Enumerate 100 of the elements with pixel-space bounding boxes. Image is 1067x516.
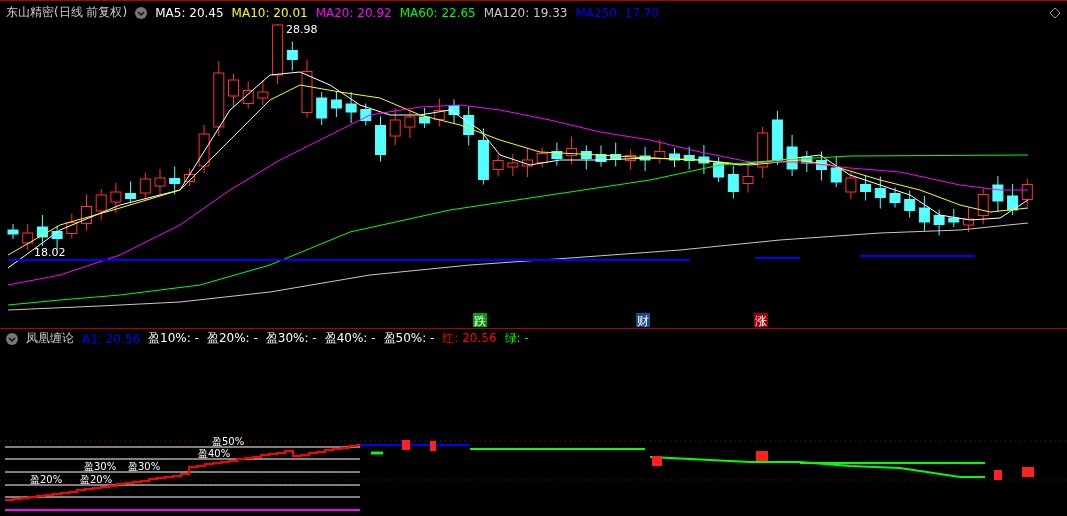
ma-value: MA10: 20.01	[231, 5, 308, 20]
indicator-value: 盈20%: -	[206, 330, 258, 347]
candlestick	[860, 175, 872, 201]
candlestick	[183, 168, 195, 187]
ma-value: MA60: 22.65	[399, 5, 476, 20]
candlestick	[463, 106, 475, 146]
candlestick	[228, 73, 239, 108]
candlestick	[419, 107, 431, 129]
candlestick	[404, 110, 416, 139]
candlestick	[125, 181, 137, 204]
candlestick	[1007, 183, 1019, 216]
price-label: 28.98	[286, 24, 318, 36]
candlestick	[22, 223, 34, 251]
candlestick	[610, 142, 622, 167]
candlestick	[580, 145, 592, 170]
candlestick	[624, 149, 636, 170]
candlestick	[1021, 178, 1033, 207]
signal-bar	[994, 470, 1002, 480]
signal-bar	[756, 451, 768, 461]
candlestick	[757, 126, 769, 179]
candlestick	[639, 146, 651, 172]
candlestick	[727, 165, 739, 199]
candlestick	[683, 146, 695, 170]
indicator-value: 盈50%: -	[383, 330, 435, 347]
level-label: 盈30%	[128, 461, 161, 472]
chart-title: 东山精密(日线 前复权)	[6, 4, 128, 21]
ma-value: MA250: 17.70	[575, 5, 660, 20]
candlestick	[110, 182, 122, 214]
candlestick	[933, 209, 945, 236]
candlestick	[272, 24, 284, 85]
ma-value: MA120: 19.33	[483, 5, 568, 20]
candlestick	[713, 156, 725, 183]
signal-bar	[652, 456, 662, 466]
candlestick	[595, 145, 607, 167]
candlestick	[654, 139, 666, 164]
candlestick	[36, 214, 48, 247]
price-label: 18.02	[34, 246, 66, 259]
candlestick	[830, 155, 842, 188]
signal-bar	[371, 451, 383, 455]
candlestick	[522, 147, 533, 178]
candlestick	[51, 225, 63, 250]
indicator-title: 凤凰缠论	[26, 330, 74, 347]
candlestick	[698, 144, 710, 175]
dropdown-icon[interactable]	[6, 332, 18, 345]
candlestick	[7, 223, 19, 240]
candlestick	[948, 208, 960, 228]
candlestick	[433, 98, 445, 127]
candlestick	[551, 142, 563, 166]
candlestick	[492, 154, 504, 177]
indicator-value: 盈40%: -	[324, 330, 376, 347]
candlestick	[845, 171, 857, 200]
candlestick	[360, 103, 372, 126]
candlestick	[139, 172, 151, 201]
candlestick	[801, 150, 813, 173]
candlestick	[918, 195, 930, 232]
candlestick	[316, 91, 328, 126]
candlestick	[477, 128, 489, 185]
ma-value: MA5: 20.45	[155, 5, 224, 20]
candlestick	[198, 124, 210, 174]
candlestick	[154, 168, 166, 196]
candlestick	[786, 134, 798, 177]
candlestick	[507, 153, 519, 177]
level-label: 盈30%	[84, 461, 117, 472]
candlestick	[345, 91, 357, 124]
candlestick	[669, 147, 680, 168]
indicator-value: A1: 20.56	[82, 331, 141, 346]
candlestick	[66, 213, 78, 239]
candlestick	[95, 188, 107, 221]
level-label: 盈40%	[198, 448, 231, 459]
candlestick	[963, 206, 974, 233]
candlestick	[889, 187, 901, 208]
candlestick	[242, 81, 254, 109]
signal-bar	[402, 440, 410, 450]
candlestick	[301, 59, 313, 118]
signal-bar	[430, 441, 436, 451]
candlestick	[977, 188, 989, 225]
candlestick	[566, 136, 578, 165]
candlestick	[330, 90, 342, 118]
level-label: 盈20%	[30, 474, 63, 485]
diamond-icon[interactable]	[1049, 6, 1061, 19]
candlestick	[816, 151, 827, 181]
ma-value: MA20: 20.92	[315, 5, 392, 20]
indicator-value: 绿: -	[504, 330, 529, 347]
candlestick	[81, 194, 92, 231]
level-label: 盈20%	[80, 474, 113, 485]
candlestick	[874, 176, 886, 209]
indicator-value: 盈10%: -	[148, 330, 199, 347]
event-marker[interactable]: 涨	[754, 313, 768, 328]
event-marker[interactable]: 财	[636, 313, 650, 328]
candlestick	[257, 79, 269, 106]
level-label: 盈50%	[212, 436, 245, 447]
candlestick	[904, 190, 916, 218]
candlestick	[286, 41, 298, 71]
candlestick	[536, 147, 548, 168]
candlestick	[771, 110, 783, 166]
signal-bar	[1022, 467, 1034, 477]
indicator-value: 红: 20.56	[442, 330, 497, 347]
candlestick	[742, 164, 754, 193]
candlestick	[169, 166, 181, 195]
dropdown-icon[interactable]	[135, 6, 148, 19]
